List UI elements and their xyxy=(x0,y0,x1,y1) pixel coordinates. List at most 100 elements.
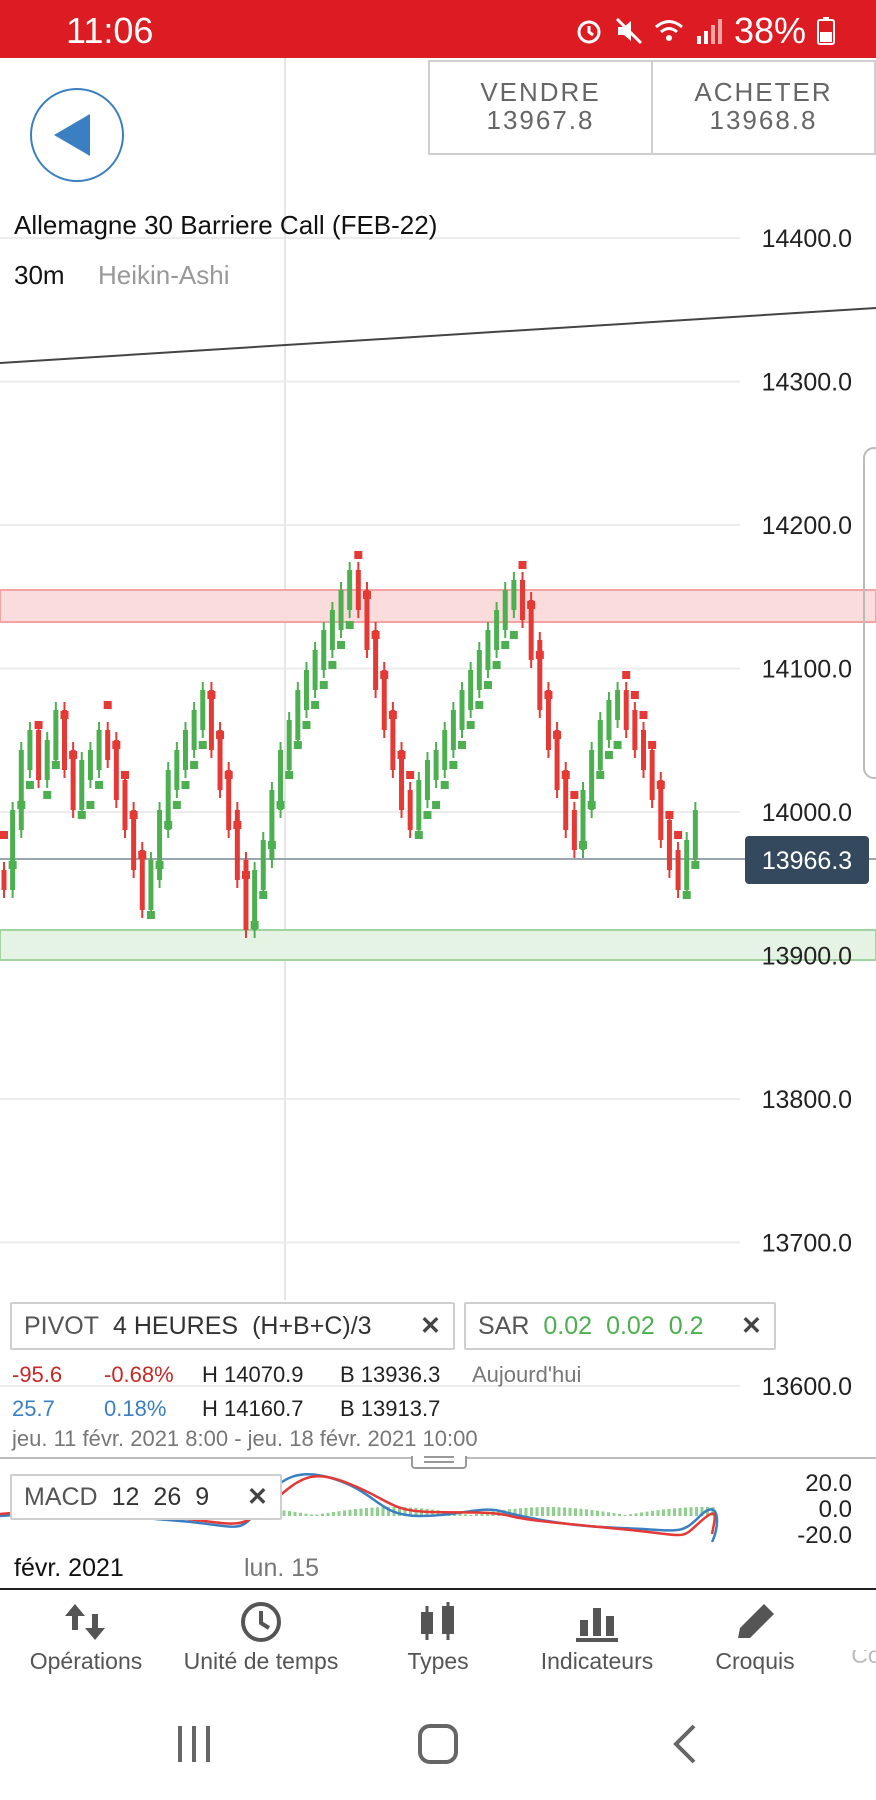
candle-body xyxy=(200,690,206,730)
sar-dot xyxy=(674,831,683,839)
sar-dot xyxy=(155,861,164,869)
back-nav-icon[interactable] xyxy=(664,1722,708,1766)
macd-bar xyxy=(348,1509,352,1516)
support-band xyxy=(0,929,876,961)
sar-dot xyxy=(103,701,112,709)
close-pivot-icon[interactable]: ✕ xyxy=(420,1311,441,1341)
macd-bar xyxy=(590,1509,594,1516)
sar-dot xyxy=(449,761,458,769)
sar-dot xyxy=(112,741,121,749)
macd-bar xyxy=(475,1513,478,1516)
candle-body xyxy=(312,650,318,690)
close-sar-icon[interactable]: ✕ xyxy=(741,1311,762,1341)
candle-body xyxy=(416,780,422,830)
sar-dot xyxy=(120,771,129,779)
sar-dot xyxy=(259,891,268,899)
sar-dot xyxy=(328,661,337,669)
candle-body xyxy=(36,730,42,780)
candle-body xyxy=(649,750,655,800)
macd-bar xyxy=(530,1507,533,1516)
candle-body xyxy=(623,690,629,730)
macd-bar xyxy=(535,1507,539,1516)
sar-dot xyxy=(483,681,492,689)
price-tick-label: 13800.0 xyxy=(762,1086,852,1114)
macd-bar xyxy=(546,1507,550,1516)
home-icon[interactable] xyxy=(416,1722,460,1766)
nav-more-label: Co xyxy=(851,1650,876,1668)
sar-dot xyxy=(648,741,657,749)
macd-bar xyxy=(310,1514,313,1516)
sar-dot xyxy=(302,721,311,729)
trade-box: VENDRE 13967.8 ACHETER 13968.8 xyxy=(428,60,876,155)
macd-indicator-chip[interactable]: MACD 12 26 9 ✕ xyxy=(10,1474,282,1520)
macd-bar xyxy=(689,1507,693,1516)
candle-body xyxy=(692,810,698,860)
candle-body xyxy=(520,580,526,620)
nav-timeframe[interactable]: Unité de temps xyxy=(172,1590,350,1675)
sar-dot xyxy=(354,551,363,559)
macd-bar xyxy=(568,1507,572,1516)
macd-bar xyxy=(321,1513,324,1516)
sar-dot xyxy=(613,741,622,749)
macd-bar xyxy=(596,1510,599,1516)
macd-bar xyxy=(464,1514,467,1516)
price-tick-label: 13700.0 xyxy=(762,1230,852,1258)
buy-button[interactable]: ACHETER 13968.8 xyxy=(651,62,874,153)
sar-dot xyxy=(285,771,294,779)
pivot-period: 4 HEURES xyxy=(113,1311,239,1340)
candle-body xyxy=(424,760,430,800)
candle-body xyxy=(260,840,266,890)
nav-types[interactable]: Types xyxy=(388,1590,488,1675)
macd-bar xyxy=(359,1508,363,1516)
nav-operations[interactable]: Opérations xyxy=(20,1590,152,1675)
pencil-icon xyxy=(738,1604,774,1638)
date-axis: févr. 2021 lun. 15 xyxy=(0,1548,876,1586)
stats-row-today: -95.6 xyxy=(12,1362,62,1388)
macd-bar xyxy=(645,1511,649,1516)
sar-dot xyxy=(630,691,639,699)
price-tick-label: 14000.0 xyxy=(762,799,852,827)
candle-body xyxy=(468,670,474,710)
close-macd-icon[interactable]: ✕ xyxy=(247,1482,268,1512)
sar-dot xyxy=(233,821,242,829)
candle-body xyxy=(459,690,465,730)
chart-type-label[interactable]: Heikin-Ashi xyxy=(98,260,230,291)
macd-bar xyxy=(601,1511,605,1516)
sar-dot xyxy=(146,911,155,919)
sar-dot xyxy=(406,771,415,779)
instrument-title: Allemagne 30 Barriere Call (FEB-22) xyxy=(14,210,438,240)
macd-bar xyxy=(552,1507,555,1516)
candle-body xyxy=(433,750,439,780)
macd-bar xyxy=(579,1508,583,1516)
sar-dot xyxy=(527,601,536,609)
candle-body xyxy=(675,850,681,890)
recent-apps-icon[interactable] xyxy=(172,1722,216,1766)
nav-indicators[interactable]: Indicateurs xyxy=(530,1590,664,1675)
candle-body xyxy=(632,710,638,750)
pivot-formula: (H+B+C)/3 xyxy=(252,1311,372,1340)
macd-bar xyxy=(288,1511,291,1516)
timeframe-label[interactable]: 30m xyxy=(14,260,65,291)
trend-line[interactable] xyxy=(0,307,876,364)
sar-dot xyxy=(224,771,233,779)
nav-more[interactable]: Co xyxy=(846,1650,876,1669)
price-tick-label: 14200.0 xyxy=(762,512,852,540)
price-tick-label: 14100.0 xyxy=(762,656,852,684)
buy-price: 13968.8 xyxy=(709,105,818,135)
candle-body xyxy=(606,700,612,740)
back-button[interactable] xyxy=(30,88,124,182)
candle-body xyxy=(87,750,93,780)
candle-body xyxy=(10,810,16,890)
buy-label: ACHETER xyxy=(694,77,833,107)
macd-bar xyxy=(612,1513,616,1516)
macd-bar xyxy=(651,1510,654,1516)
sar-indicator-chip[interactable]: SAR 0.02 0.02 0.2 ✕ xyxy=(464,1302,776,1350)
swap-arrows-icon xyxy=(65,1604,105,1640)
sar-dot xyxy=(311,701,320,709)
sell-button[interactable]: VENDRE 13967.8 xyxy=(430,62,651,153)
pivot-indicator-chip[interactable]: PIVOT 4 HEURES (H+B+C)/3 ✕ xyxy=(10,1302,455,1350)
candle-body xyxy=(571,810,577,850)
nav-drawings[interactable]: Croquis xyxy=(702,1590,808,1675)
sar-dot xyxy=(250,921,259,929)
macd-tick-20: 20.0 xyxy=(805,1470,852,1497)
